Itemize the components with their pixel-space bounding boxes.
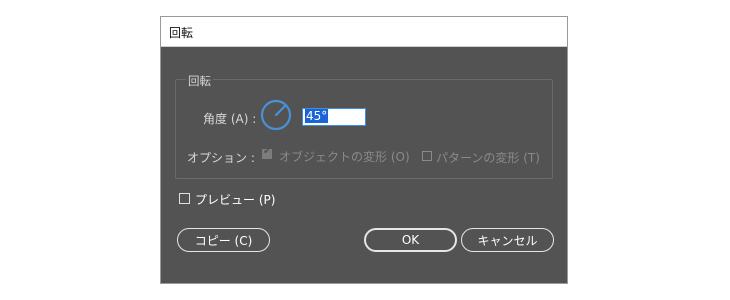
angle-input-value: 45°	[305, 109, 329, 123]
options-label: オプション :	[187, 151, 255, 165]
preview-label[interactable]: プレビュー (P)	[195, 191, 275, 208]
transform-patterns-label: パターンの変形 (T)	[436, 151, 540, 165]
angle-input[interactable]: 45°	[302, 108, 366, 126]
angle-dial[interactable]	[260, 99, 292, 131]
copy-button[interactable]: コピー (C)	[177, 228, 270, 252]
transform-objects-label: オブジェクトの変形 (O)	[279, 150, 410, 164]
ok-button[interactable]: OK	[364, 228, 457, 252]
title-bar[interactable]: 回転	[161, 17, 567, 47]
check-icon: ✔	[263, 146, 272, 157]
angle-label: 角度 (A) :	[203, 112, 257, 126]
rotate-dialog: 回転 回転 角度 (A) : 45° オプション : ✔ オブジェクトの変形 (…	[160, 16, 568, 284]
rotate-group-label: 回転	[186, 73, 213, 89]
preview-checkbox[interactable]	[179, 193, 190, 204]
cancel-button[interactable]: キャンセル	[461, 228, 554, 252]
transform-patterns-checkbox[interactable]	[422, 151, 432, 161]
transform-objects-checkbox[interactable]: ✔	[262, 146, 272, 159]
dialog-title: 回転	[169, 26, 194, 40]
